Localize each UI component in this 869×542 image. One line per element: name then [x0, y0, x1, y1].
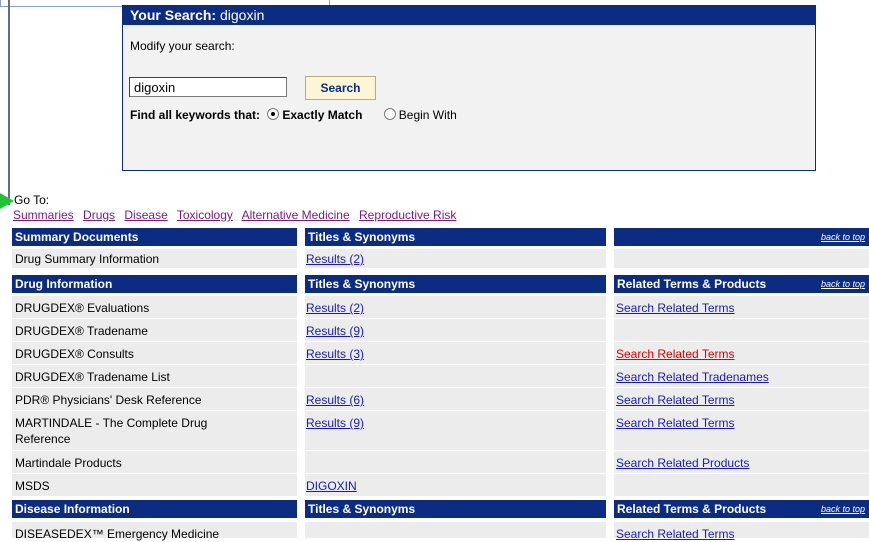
summary-documents-header: Summary Documents: [12, 228, 297, 246]
msds-label: MSDS: [15, 479, 50, 493]
pdr-related-link[interactable]: Search Related Terms: [616, 392, 735, 408]
drugdex-evaluations-label: DRUGDEX® Evaluations: [15, 301, 150, 315]
search-header-query: digoxin: [220, 7, 265, 23]
diseasedex-emergency-label: DISEASEDEX™ Emergency Medicine: [15, 527, 220, 541]
find-keywords-label: Find all keywords that:: [130, 108, 261, 122]
pdr-label: PDR® Physicians' Desk Reference: [15, 393, 202, 407]
pdr-results-link[interactable]: Results (6): [306, 392, 364, 408]
begin-with-label: Begin With: [398, 108, 457, 122]
search-input[interactable]: [129, 77, 287, 97]
back-to-top-link[interactable]: back to top: [821, 500, 865, 518]
drug-information-header: Drug Information: [12, 275, 297, 293]
modify-search-label: Modify your search:: [130, 39, 235, 53]
goto-label: Go To:: [14, 193, 50, 207]
diseasedex-emergency-related-link[interactable]: Search Related Terms: [616, 526, 735, 542]
row-bg: [614, 474, 869, 496]
goto-reproductive-risk-link[interactable]: Reproductive Risk: [359, 208, 456, 222]
row-bg: [12, 474, 297, 496]
back-to-top-link[interactable]: back to top: [821, 275, 865, 293]
summary-related-header: back to top: [614, 228, 869, 246]
martindale-related-link[interactable]: Search Related Terms: [616, 415, 735, 431]
row-bg: [614, 249, 869, 268]
goto-summaries-link[interactable]: Summaries: [13, 208, 74, 222]
exact-match-label: Exactly Match: [282, 108, 363, 122]
martindale-label: MARTINDALE - The Complete Drug Reference: [15, 416, 208, 446]
drugdex-tradename-label: DRUGDEX® Tradename: [15, 324, 148, 338]
left-frame-border: [8, 0, 10, 205]
row-bg: [614, 319, 869, 341]
drugdex-consults-results-link[interactable]: Results (3): [306, 346, 364, 362]
drugdex-tradename-results-link[interactable]: Results (9): [306, 323, 364, 339]
drugdex-consults-label: DRUGDEX® Consults: [15, 347, 134, 361]
begin-with-radio[interactable]: [383, 108, 396, 120]
row-bg: [305, 451, 606, 473]
disease-information-header: Disease Information: [12, 500, 297, 518]
goto-links: Summaries Drugs Disease Toxicology Alter…: [13, 208, 462, 222]
row-bg: [305, 365, 606, 387]
green-arrow-icon: [0, 193, 14, 209]
drug-titles-header: Titles & Synonyms: [305, 275, 606, 293]
martindale-results-link[interactable]: Results (9): [306, 415, 364, 431]
drugdex-consults-related-link[interactable]: Search Related Terms: [616, 346, 735, 362]
back-to-top-link[interactable]: back to top: [821, 228, 865, 246]
goto-alternative-medicine-link[interactable]: Alternative Medicine: [242, 208, 350, 222]
drugdex-tradename-list-related-link[interactable]: Search Related Tradenames: [616, 369, 769, 385]
martindale-products-related-link[interactable]: Search Related Products: [616, 455, 749, 471]
martindale-products-label: Martindale Products: [15, 456, 122, 470]
search-button[interactable]: Search: [305, 76, 376, 100]
drug-summary-results-link[interactable]: Results (2): [306, 251, 364, 267]
drugdex-evaluations-related-link[interactable]: Search Related Terms: [616, 300, 735, 316]
summary-titles-header: Titles & Synonyms: [305, 228, 606, 246]
search-panel: Your Search: digoxin Modify your search:…: [122, 5, 816, 171]
row-bg: [305, 522, 606, 538]
msds-digoxin-link[interactable]: DIGOXIN: [306, 478, 357, 494]
goto-drugs-link[interactable]: Drugs: [83, 208, 115, 222]
disease-related-label: Related Terms & Products: [617, 502, 767, 516]
disease-related-header: Related Terms & Products back to top: [614, 500, 869, 518]
disease-titles-header: Titles & Synonyms: [305, 500, 606, 518]
search-header-label: Your Search:: [130, 7, 217, 23]
drug-summary-information-label: Drug Summary Information: [15, 252, 160, 266]
search-header: Your Search: digoxin: [123, 6, 815, 25]
goto-disease-link[interactable]: Disease: [124, 208, 167, 222]
find-keywords-row: Find all keywords that: Exactly Match Be…: [130, 108, 457, 122]
drugdex-tradename-list-label: DRUGDEX® Tradename List: [15, 370, 170, 384]
exact-match-radio[interactable]: [267, 108, 280, 120]
drugdex-evaluations-results-link[interactable]: Results (2): [306, 300, 364, 316]
drug-related-header: Related Terms & Products back to top: [614, 275, 869, 293]
drug-related-label: Related Terms & Products: [617, 277, 767, 291]
goto-toxicology-link[interactable]: Toxicology: [177, 208, 233, 222]
